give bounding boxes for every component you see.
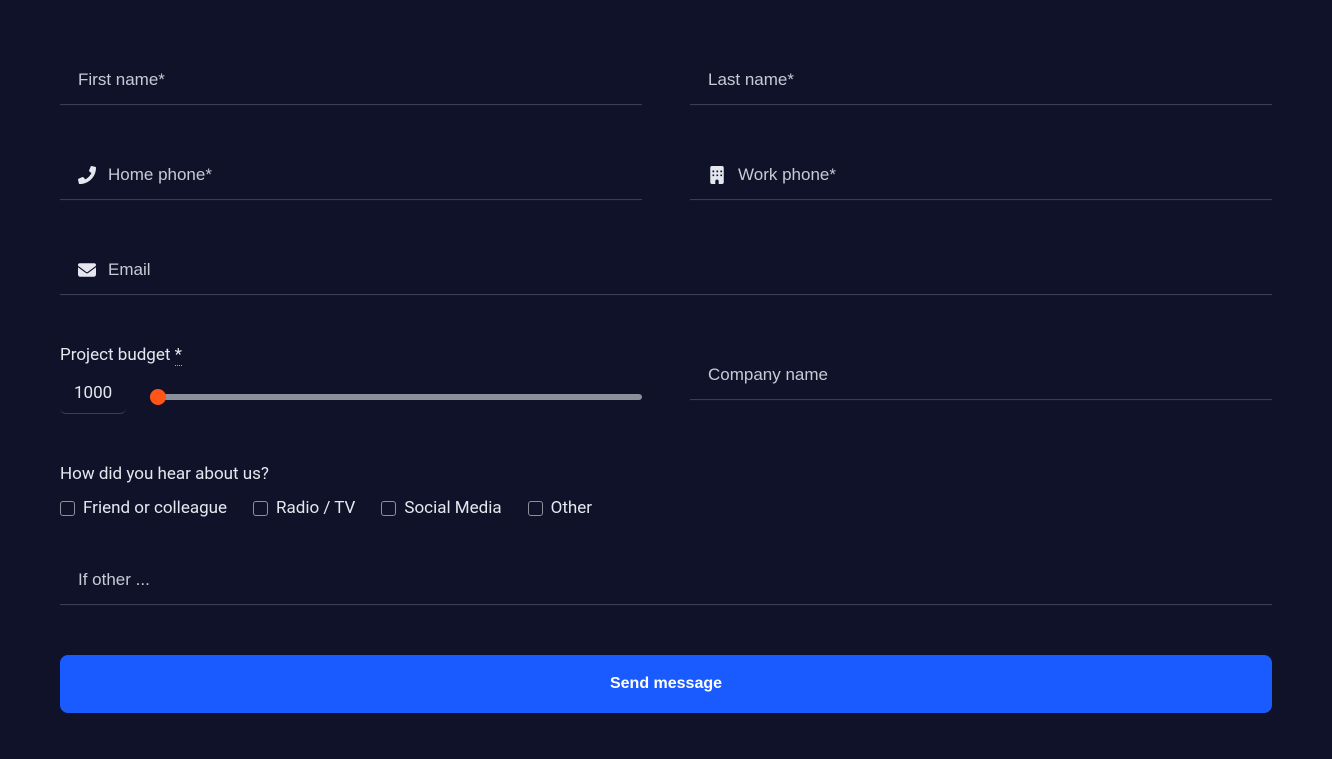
home-phone-field xyxy=(60,155,642,200)
row-if-other xyxy=(60,560,1272,605)
if-other-input-wrap xyxy=(60,560,1272,605)
if-other-field xyxy=(60,560,1272,605)
budget-value-display: 1000 xyxy=(60,379,126,414)
phone-icon xyxy=(78,166,96,184)
work-phone-input-wrap xyxy=(690,155,1272,200)
email-input[interactable] xyxy=(108,256,1272,284)
last-name-field xyxy=(690,60,1272,105)
option-label: Friend or colleague xyxy=(83,498,227,518)
home-phone-input-wrap xyxy=(60,155,642,200)
first-name-input-wrap xyxy=(60,60,642,105)
option-label: Radio / TV xyxy=(276,498,355,518)
last-name-input[interactable] xyxy=(690,66,1272,94)
checkbox-friend-colleague[interactable] xyxy=(60,501,75,516)
required-asterisk: * xyxy=(175,345,182,366)
option-label: Other xyxy=(551,498,592,518)
budget-slider-row: 1000 xyxy=(60,379,642,414)
budget-label: Project budget * xyxy=(60,345,642,365)
home-phone-input[interactable] xyxy=(108,161,642,189)
row-budget-company: Project budget * 1000 xyxy=(60,345,1272,414)
if-other-input[interactable] xyxy=(60,566,1272,594)
checkbox-radio-tv[interactable] xyxy=(253,501,268,516)
budget-field: Project budget * 1000 xyxy=(60,345,642,414)
row-phones xyxy=(60,155,1272,200)
company-name-input[interactable] xyxy=(690,361,1272,389)
option-radio-tv[interactable]: Radio / TV xyxy=(253,498,355,518)
email-field xyxy=(60,250,1272,295)
contact-form: Project budget * 1000 How did you hear a… xyxy=(0,0,1332,713)
option-friend-colleague[interactable]: Friend or colleague xyxy=(60,498,227,518)
work-phone-field xyxy=(690,155,1272,200)
send-message-button[interactable]: Send message xyxy=(60,655,1272,713)
checkbox-other[interactable] xyxy=(528,501,543,516)
company-input-wrap xyxy=(690,355,1272,400)
envelope-icon xyxy=(78,261,96,279)
hear-about-label: How did you hear about us? xyxy=(60,464,1272,484)
work-phone-input[interactable] xyxy=(738,161,1272,189)
first-name-input[interactable] xyxy=(60,66,642,94)
company-field xyxy=(690,345,1272,414)
first-name-field xyxy=(60,60,642,105)
row-email xyxy=(60,250,1272,295)
option-other[interactable]: Other xyxy=(528,498,592,518)
last-name-input-wrap xyxy=(690,60,1272,105)
checkbox-social-media[interactable] xyxy=(381,501,396,516)
hear-about-options: Friend or colleague Radio / TV Social Me… xyxy=(60,498,1272,518)
budget-slider[interactable] xyxy=(150,394,642,400)
building-icon xyxy=(708,166,726,184)
option-label: Social Media xyxy=(404,498,501,518)
row-names xyxy=(60,60,1272,105)
email-input-wrap xyxy=(60,250,1272,295)
option-social-media[interactable]: Social Media xyxy=(381,498,501,518)
hear-about-group: How did you hear about us? Friend or col… xyxy=(60,464,1272,518)
